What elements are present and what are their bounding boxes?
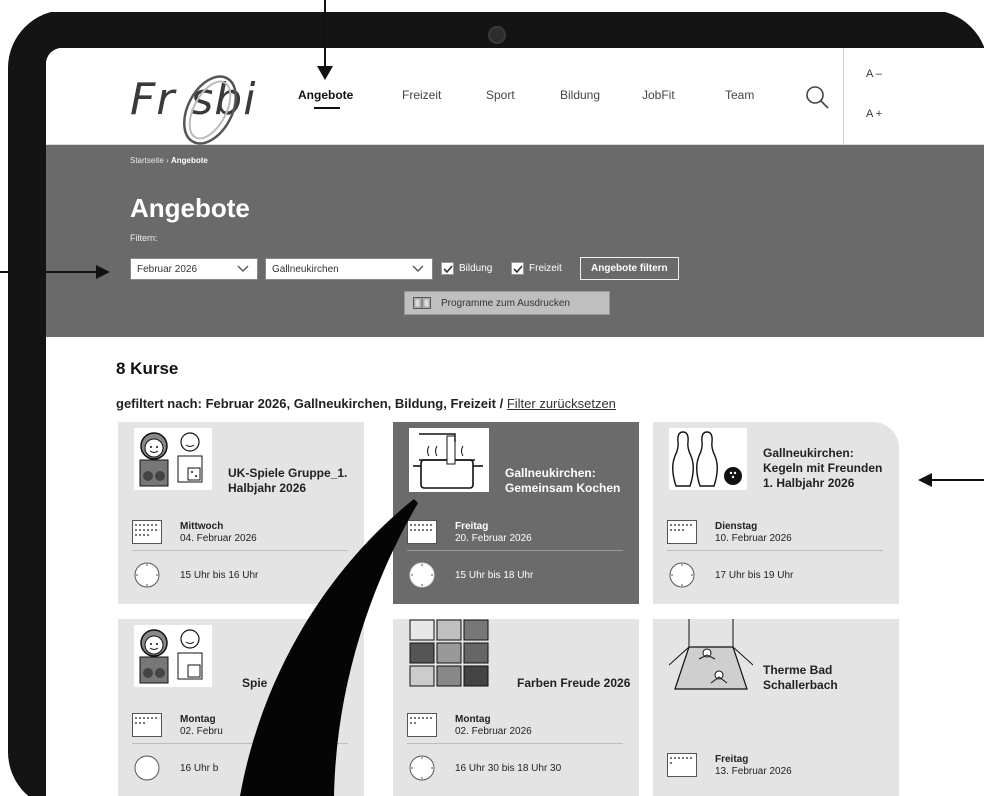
course-title-line: Gallneukirchen: <box>505 466 596 480</box>
clock-icon <box>669 562 695 588</box>
course-card-kegeln[interactable]: Gallneukirchen: Kegeln mit Freunden 1. H… <box>653 422 899 604</box>
course-time: 15 Uhr bis 18 Uhr <box>455 570 534 581</box>
board-game-players-icon <box>134 428 212 490</box>
breadcrumb-current: Angebote <box>170 156 208 165</box>
font-decrease-button[interactable]: A – <box>866 68 882 80</box>
course-title-line: Gemeinsam Kochen <box>505 481 621 495</box>
course-day: Freitag <box>455 521 489 532</box>
bildung-checkbox[interactable] <box>441 262 454 275</box>
camera-icon <box>488 26 506 44</box>
course-date: 20. Februar 2026 <box>455 533 532 544</box>
frame-top-edge <box>0 0 984 12</box>
course-title-line: 1. Halbjahr 2026 <box>763 476 855 490</box>
course-card-therme[interactable]: Therme Bad Schallerbach Freitag 13. Febr… <box>653 619 899 796</box>
print-programs-button[interactable]: Programme zum Ausdrucken <box>404 291 610 315</box>
site-header: Fr sbi Angebote Freizeit Sport Bildung J… <box>46 48 984 145</box>
font-size-controls: A – A + <box>843 48 984 145</box>
course-title: Farben Freude 2026 <box>517 676 631 690</box>
month-select[interactable]: Februar 2026 <box>130 258 258 280</box>
course-date: 02. Februar 2026 <box>455 726 532 737</box>
filter-label: Filtern: <box>130 233 158 243</box>
website-screen: Fr sbi Angebote Freizeit Sport Bildung J… <box>46 48 984 796</box>
print-button-label: Programme zum Ausdrucken <box>441 298 570 309</box>
clock-icon <box>134 755 160 781</box>
divider <box>407 743 623 744</box>
calendar-icon <box>132 713 162 737</box>
course-title-line: Kegeln mit Freunden <box>763 461 883 475</box>
checkmark-icon <box>443 265 453 274</box>
callout-pointer-overlay <box>240 499 418 796</box>
course-date: 10. Februar 2026 <box>715 533 792 544</box>
nav-jobfit[interactable]: JobFit <box>642 88 675 102</box>
course-title-line: UK-Spiele Gruppe_1. <box>228 466 348 480</box>
chevron-down-icon <box>412 265 424 272</box>
course-day: Freitag <box>715 754 749 765</box>
bowling-pins-icon <box>669 428 747 490</box>
course-time: 17 Uhr bis 19 Uhr <box>715 570 794 581</box>
course-date: 13. Februar 2026 <box>715 766 792 777</box>
course-title: UK-Spiele Gruppe_1. Halbjahr 2026 <box>228 466 347 496</box>
calendar-icon <box>132 520 162 544</box>
nav-bildung[interactable]: Bildung <box>560 88 600 102</box>
breadcrumb-home[interactable]: Startseite <box>130 156 164 165</box>
course-title: Gallneukirchen: Gemeinsam Kochen <box>505 466 620 496</box>
search-icon[interactable] <box>804 84 830 110</box>
breadcrumb-separator: › <box>166 156 169 165</box>
active-filters: gefiltert nach: Februar 2026, Gallneukir… <box>116 396 616 411</box>
nav-freizeit[interactable]: Freizeit <box>402 88 441 102</box>
course-title-line: Gallneukirchen: <box>763 446 854 460</box>
reset-filters-link[interactable]: Filter zurücksetzen <box>507 396 616 411</box>
calendar-icon <box>667 520 697 544</box>
course-day: Montag <box>455 714 491 725</box>
freizeit-checkbox-label[interactable]: Freizeit <box>529 263 562 274</box>
course-title: Therme Bad Schallerbach <box>763 663 838 693</box>
filter-button[interactable]: Angebote filtern <box>580 257 679 280</box>
result-count: 8 Kurse <box>116 359 179 378</box>
arrow-right-icon <box>0 265 110 279</box>
course-title-line: Therme Bad <box>763 663 833 677</box>
place-select[interactable]: Gallneukirchen <box>265 258 433 280</box>
course-day: Dienstag <box>715 521 758 532</box>
chevron-down-icon <box>237 265 249 272</box>
checkmark-icon <box>513 265 523 274</box>
freizeit-checkbox[interactable] <box>511 262 524 275</box>
active-filters-text: gefiltert nach: Februar 2026, Gallneukir… <box>116 396 507 411</box>
bildung-checkbox-label[interactable]: Bildung <box>459 263 492 274</box>
clock-icon <box>134 562 160 588</box>
breadcrumb: Startseite › Angebote <box>130 156 208 165</box>
course-time: 16 Uhr 30 bis 18 Uhr 30 <box>455 763 562 774</box>
divider <box>407 550 623 551</box>
arrow-down-icon <box>317 0 333 80</box>
course-title-line: Schallerbach <box>763 678 838 692</box>
frisbi-logo[interactable]: Fr sbi <box>130 74 270 145</box>
logo-swoosh-icon <box>183 75 237 145</box>
nav-sport[interactable]: Sport <box>486 88 515 102</box>
arrow-left-icon <box>918 473 984 487</box>
course-title: Gallneukirchen: Kegeln mit Freunden 1. H… <box>763 446 882 491</box>
nav-team[interactable]: Team <box>725 88 754 102</box>
calendar-icon <box>667 753 697 777</box>
page-title: Angebote <box>130 193 250 223</box>
thermal-bath-icon <box>669 619 753 691</box>
filter-band: Startseite › Angebote Angebote Filtern: … <box>46 145 984 337</box>
place-select-value: Gallneukirchen <box>272 264 339 275</box>
font-increase-button[interactable]: A + <box>866 108 882 120</box>
nav-angebote[interactable]: Angebote <box>298 88 353 109</box>
cooking-pot-icon <box>409 428 489 492</box>
month-select-value: Februar 2026 <box>137 264 198 275</box>
divider <box>667 550 883 551</box>
book-icon <box>413 297 431 309</box>
